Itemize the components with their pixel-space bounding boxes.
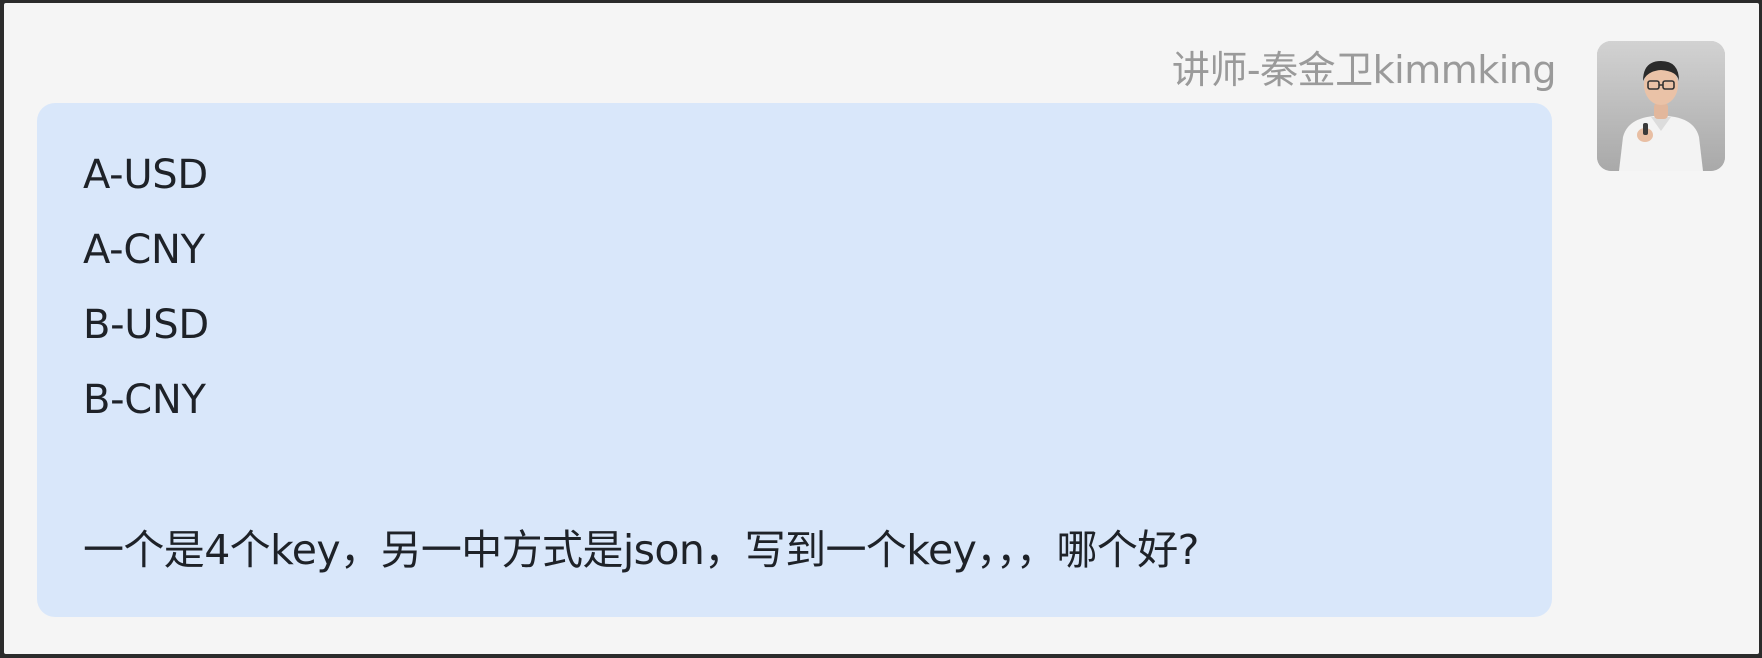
person-portrait-icon (1597, 41, 1725, 171)
message-line: A-CNY (83, 227, 205, 273)
message-question: 一个是4个key，另一中方式是json，写到一个key，，，哪个好? (83, 526, 1199, 574)
sender-name: 讲师-秦金卫kimmking (1171, 48, 1557, 92)
message-line: B-CNY (83, 377, 206, 423)
message-bubble[interactable]: A-USD A-CNY B-USD B-CNY 一个是4个key，另一中方式是j… (37, 103, 1552, 617)
message-line: B-USD (83, 302, 209, 348)
chat-panel: 讲师-秦金卫kimmking A-USD A-CNY B-USD B-CNY 一… (4, 3, 1759, 654)
message-line: A-USD (83, 152, 208, 198)
avatar[interactable] (1597, 41, 1725, 171)
